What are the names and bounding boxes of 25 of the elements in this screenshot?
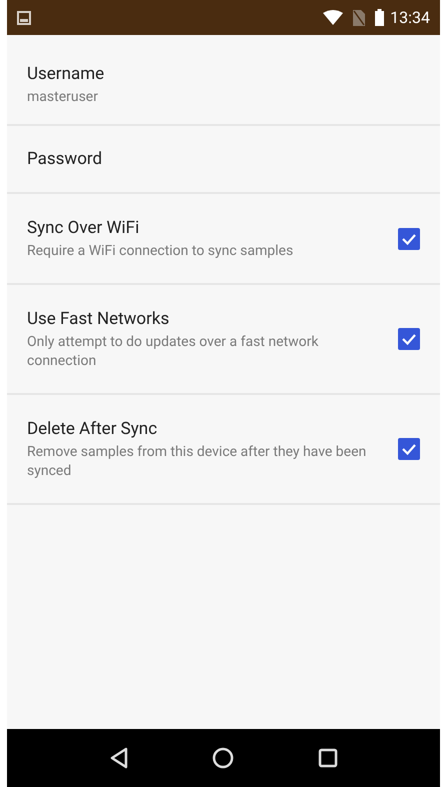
- preference-title: Delete After Sync: [27, 418, 158, 441]
- preference-title: Sync Over WiFi: [27, 217, 140, 240]
- recents-icon[interactable]: [318, 748, 338, 768]
- preference-summary: Require a WiFi connection to sync samples: [27, 242, 294, 261]
- preference-summary: Only attempt to do updates over a fast network connection: [27, 333, 320, 371]
- preference-title: Use Fast Networks: [27, 308, 170, 331]
- preference-item[interactable]: Delete After Sync Remove samples from this device after they have been synced: [7, 395, 440, 505]
- clock-time: 13:34: [390, 6, 430, 28]
- battery-icon: [375, 9, 384, 26]
- wifi-icon: [323, 10, 344, 26]
- checkbox[interactable]: [398, 438, 420, 460]
- preference-item[interactable]: Username masteruser: [7, 35, 440, 126]
- no-sim-icon: [353, 10, 366, 26]
- image-notification-icon: [17, 10, 31, 24]
- preference-summary: masteruser: [27, 88, 99, 107]
- preference-item[interactable]: Use Fast Networks Only attempt to do updates over a fast network connection: [7, 285, 440, 395]
- checkbox[interactable]: [398, 328, 420, 350]
- preference-item[interactable]: Sync Over WiFi Require a WiFi connection to sync samples: [7, 194, 440, 285]
- back-icon[interactable]: [108, 747, 129, 769]
- home-icon[interactable]: [212, 747, 234, 769]
- preference-title: Password: [27, 148, 104, 171]
- preference-title: Username: [27, 63, 106, 86]
- preference-item[interactable]: Password: [7, 126, 440, 194]
- preference-summary: Remove samples from this device after they have been synced: [27, 443, 368, 481]
- checkbox[interactable]: [398, 228, 420, 250]
